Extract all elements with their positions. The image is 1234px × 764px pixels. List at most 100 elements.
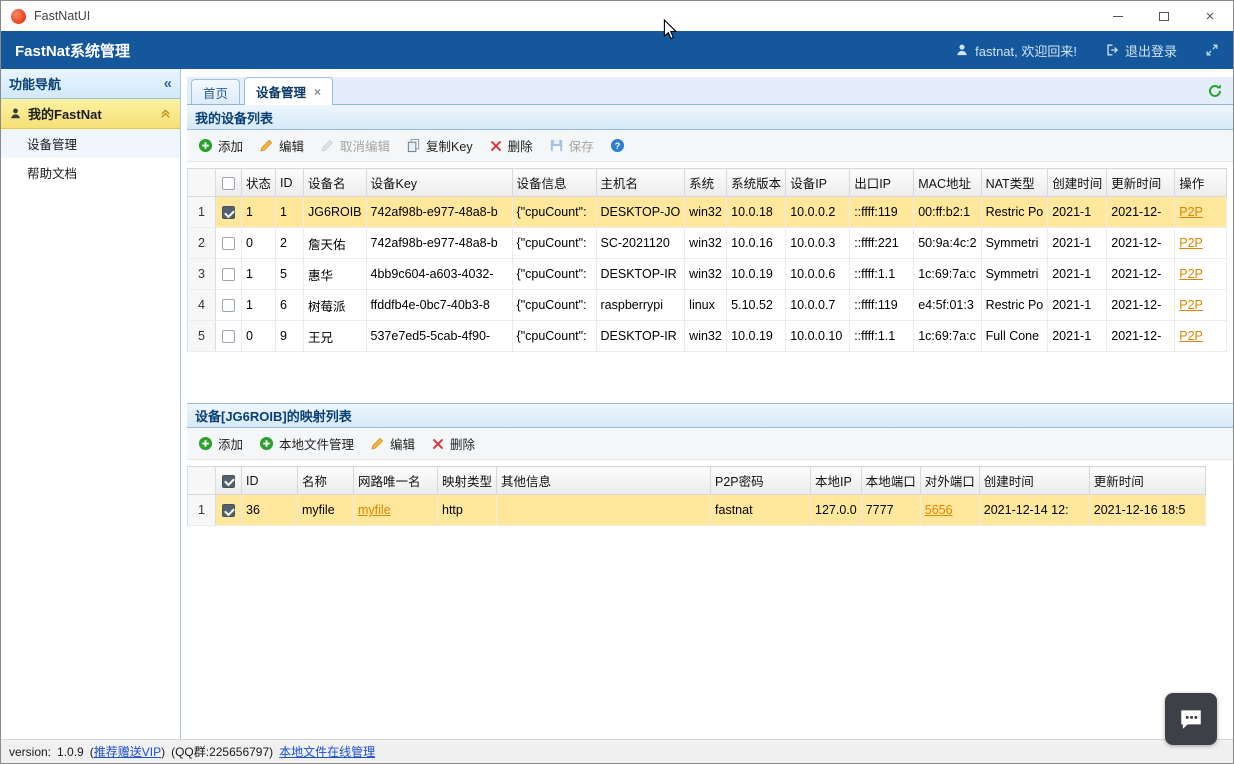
chat-button[interactable] xyxy=(1165,693,1217,745)
col-header-map_type[interactable]: 映射类型 xyxy=(438,467,497,495)
col-header-created[interactable]: 创建时间 xyxy=(1048,169,1107,197)
col-header-unique_name[interactable]: 网路唯一名 xyxy=(354,467,438,495)
col-header-os[interactable]: 系统 xyxy=(685,169,727,197)
checkbox-unchecked[interactable] xyxy=(222,299,235,312)
cell-key: 742af98b-e977-48a8-b xyxy=(366,197,512,228)
grid-row[interactable]: 202詹天佑742af98b-e977-48a8-b{"cpuCount":SC… xyxy=(188,228,1227,259)
maximize-button[interactable] xyxy=(1141,1,1187,31)
checkbox-unchecked[interactable] xyxy=(222,237,235,250)
row-select-cell[interactable] xyxy=(216,321,242,352)
tab-home[interactable]: 首页 xyxy=(191,79,240,104)
row-select-cell[interactable] xyxy=(216,228,242,259)
tab-device-management[interactable]: 设备管理 × xyxy=(244,77,333,105)
logout-button[interactable]: 退出登录 xyxy=(1105,41,1177,60)
cell-status: 1 xyxy=(242,197,276,228)
op-link[interactable]: P2P xyxy=(1179,267,1203,281)
close-button[interactable]: × xyxy=(1187,1,1233,31)
cell-out_ip: ::ffff:1.1 xyxy=(850,259,914,290)
user-welcome[interactable]: fastnat, 欢迎回来! xyxy=(955,41,1077,60)
col-header-out_ip[interactable]: 出口IP xyxy=(850,169,914,197)
checkbox-checked[interactable] xyxy=(222,504,235,517)
grid-row[interactable]: 111JG6ROIB742af98b-e977-48a8-b{"cpuCount… xyxy=(188,197,1227,228)
select-all-cell[interactable] xyxy=(216,169,242,197)
minimize-button[interactable] xyxy=(1095,1,1141,31)
op-link[interactable]: P2P xyxy=(1179,205,1203,219)
col-header-mac[interactable]: MAC地址 xyxy=(914,169,981,197)
col-header-nat_type[interactable]: NAT类型 xyxy=(981,169,1048,197)
local-file-manage-button[interactable]: 本地文件管理 xyxy=(252,431,361,456)
row-select-cell[interactable] xyxy=(216,290,242,321)
col-header-host[interactable]: 主机名 xyxy=(596,169,685,197)
sidebar-item-help-docs[interactable]: 帮助文档 xyxy=(1,158,180,187)
checkbox-unchecked[interactable] xyxy=(222,330,235,343)
col-header-created[interactable]: 创建时间 xyxy=(979,467,1089,495)
cell-name: JG6ROIB xyxy=(304,197,367,228)
op-link[interactable]: P2P xyxy=(1179,298,1203,312)
op-link[interactable]: P2P xyxy=(1179,236,1203,250)
col-header-name[interactable]: 名称 xyxy=(298,467,354,495)
checkbox-unchecked[interactable] xyxy=(222,268,235,281)
col-header-key[interactable]: 设备Key xyxy=(366,169,512,197)
external_port-link[interactable]: 5656 xyxy=(925,503,953,517)
unique_name-link[interactable]: myfile xyxy=(358,503,391,517)
col-header-name[interactable]: 设备名 xyxy=(304,169,367,197)
col-header-device_ip[interactable]: 设备IP xyxy=(786,169,850,197)
col-header-p2p_password[interactable]: P2P密码 xyxy=(711,467,811,495)
window-title: FastNatUI xyxy=(34,9,90,23)
refresh-button[interactable] xyxy=(1207,77,1223,104)
col-header-local_port[interactable]: 本地端口 xyxy=(861,467,920,495)
person-icon xyxy=(9,107,22,120)
close-icon: × xyxy=(1206,9,1215,24)
row-select-cell[interactable] xyxy=(216,259,242,290)
delete-mapping-button[interactable]: 删除 xyxy=(424,431,482,456)
add-mapping-button[interactable]: 添加 xyxy=(191,431,250,456)
tab-label: 首页 xyxy=(203,83,228,102)
vip-link[interactable]: 推荐赠送VIP xyxy=(94,743,161,760)
col-header-info[interactable]: 设备信息 xyxy=(512,169,596,197)
row-select-cell[interactable] xyxy=(216,495,242,526)
col-header-status[interactable]: 状态 xyxy=(242,169,276,197)
grid-row[interactable]: 416树莓派ffddfb4e-0bc7-40b3-8{"cpuCount":ra… xyxy=(188,290,1227,321)
cell-updated: 2021-12- xyxy=(1107,290,1175,321)
accordion-header-myfastnat[interactable]: 我的FastNat xyxy=(1,99,180,129)
cell-os: win32 xyxy=(685,321,727,352)
delete-device-button[interactable]: 删除 xyxy=(482,133,540,158)
welcome-text: fastnat, 欢迎回来! xyxy=(975,41,1077,60)
cell-name: 惠华 xyxy=(304,259,367,290)
cell-mac: 1c:69:7a:c xyxy=(914,321,981,352)
local-file-online-link[interactable]: 本地文件在线管理 xyxy=(279,743,375,760)
row-select-cell[interactable] xyxy=(216,197,242,228)
cell-os: linux xyxy=(685,290,727,321)
copy-key-button[interactable]: 复制Key xyxy=(399,133,480,158)
collapse-sidebar-icon[interactable]: « xyxy=(164,76,172,91)
col-header-updated[interactable]: 更新时间 xyxy=(1089,467,1205,495)
col-header-external_port[interactable]: 对外端口 xyxy=(920,467,979,495)
checkbox-checked[interactable] xyxy=(222,475,235,488)
grid-row[interactable]: 315惠华4bb9c604-a603-4032-{"cpuCount":DESK… xyxy=(188,259,1227,290)
col-header-os_version[interactable]: 系统版本 xyxy=(727,169,786,197)
checkbox-checked[interactable] xyxy=(222,206,235,219)
cell-id: 36 xyxy=(242,495,298,526)
col-header-op[interactable]: 操作 xyxy=(1175,169,1227,197)
fullscreen-button[interactable] xyxy=(1205,43,1219,57)
col-header-local_ip[interactable]: 本地IP xyxy=(811,467,862,495)
cell-device_ip: 10.0.0.10 xyxy=(786,321,850,352)
sidebar-item-device-management[interactable]: 设备管理 xyxy=(1,129,180,158)
help-button[interactable]: ? xyxy=(603,135,632,156)
close-tab-icon[interactable]: × xyxy=(314,85,321,99)
grid-row[interactable]: 509王兄537e7ed5-5cab-4f90-{"cpuCount":DESK… xyxy=(188,321,1227,352)
save-button: 保存 xyxy=(542,133,601,158)
checkbox-unchecked[interactable] xyxy=(222,177,235,190)
grid-row[interactable]: 136myfilemyfilehttpfastnat127.0.07777565… xyxy=(188,495,1206,526)
cell-key: 742af98b-e977-48a8-b xyxy=(366,228,512,259)
col-header-id[interactable]: ID xyxy=(242,467,298,495)
op-link[interactable]: P2P xyxy=(1179,329,1203,343)
col-header-id[interactable]: ID xyxy=(276,169,304,197)
select-all-cell[interactable] xyxy=(216,467,242,495)
cell-mac: 50:9a:4c:2 xyxy=(914,228,981,259)
col-header-updated[interactable]: 更新时间 xyxy=(1107,169,1175,197)
add-device-button[interactable]: 添加 xyxy=(191,133,250,158)
edit-device-button[interactable]: 编辑 xyxy=(252,133,311,158)
col-header-other_info[interactable]: 其他信息 xyxy=(497,467,711,495)
edit-mapping-button[interactable]: 编辑 xyxy=(363,431,422,456)
